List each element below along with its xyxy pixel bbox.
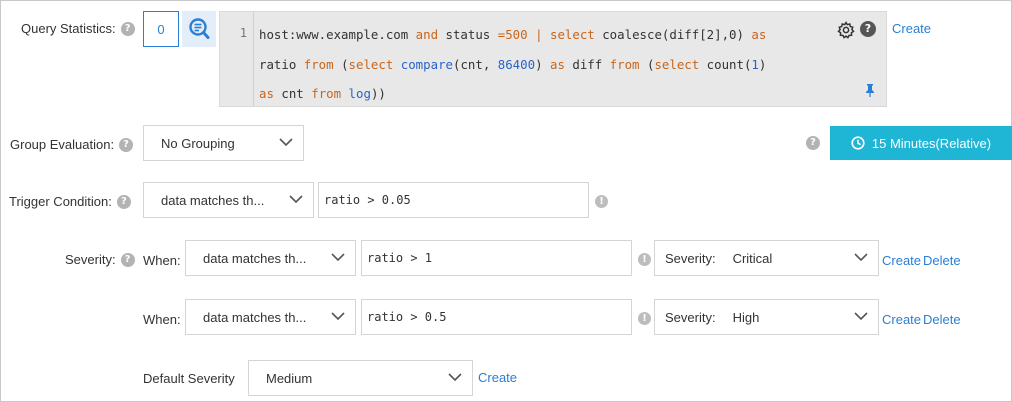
pin-icon[interactable] <box>865 83 875 97</box>
severity-rule-expression-input[interactable]: ratio > 1 <box>361 240 632 276</box>
severity-rule-mode-select[interactable]: data matches th... <box>185 240 356 276</box>
warning-icon: ! <box>638 312 651 325</box>
query-create-link[interactable]: Create <box>892 21 931 36</box>
default-severity-select[interactable]: Medium <box>248 360 473 396</box>
severity-rule-delete-link[interactable]: Delete <box>923 312 961 327</box>
help-icon[interactable]: ? <box>116 194 131 209</box>
warning-icon: ! <box>638 253 651 266</box>
chevron-down-icon <box>854 252 868 262</box>
warning-icon: ! <box>595 195 608 208</box>
group-evaluation-select[interactable]: No Grouping <box>143 125 304 161</box>
alert-config-panel: Query Statistics: ? 0 1 host:www.example… <box>0 0 1012 402</box>
severity-rule-mode-select[interactable]: data matches th... <box>185 299 356 335</box>
editor-gutter: 1 <box>220 12 254 106</box>
query-code[interactable]: host:www.example.com and status =500 | s… <box>259 20 819 109</box>
chevron-down-icon <box>331 311 345 321</box>
default-severity-value: Medium <box>266 370 313 386</box>
severity-rule-create-link[interactable]: Create <box>882 253 921 268</box>
chevron-down-icon <box>279 137 293 147</box>
time-range-help-icon[interactable]: ? <box>806 136 820 150</box>
severity-rule-when-label: When: <box>143 253 181 268</box>
default-severity-create-link[interactable]: Create <box>478 370 517 385</box>
severity-rule-when-label: When: <box>143 312 181 327</box>
clock-icon <box>851 136 865 150</box>
chevron-down-icon <box>331 252 345 262</box>
severity-rule-delete-link[interactable]: Delete <box>923 253 961 268</box>
gear-icon[interactable] <box>837 21 855 39</box>
chevron-down-icon <box>854 311 868 321</box>
query-statistics-label: Query Statistics: ? <box>21 21 135 36</box>
trigger-condition-label-text: Trigger Condition: <box>9 194 112 209</box>
help-icon[interactable]: ? <box>119 137 134 152</box>
severity-label: Severity: ? <box>65 252 135 267</box>
time-range-button[interactable]: 15 Minutes(Relative) <box>830 126 1012 160</box>
help-icon[interactable]: ? <box>120 252 135 267</box>
group-evaluation-label-text: Group Evaluation: <box>10 137 115 152</box>
severity-rule-level-select[interactable]: Severity: High <box>654 299 879 335</box>
default-severity-label: Default Severity <box>143 371 235 386</box>
time-range-label: 15 Minutes(Relative) <box>871 135 992 151</box>
help-icon[interactable]: ? <box>120 21 135 36</box>
query-search-button[interactable] <box>182 11 216 47</box>
group-evaluation-label: Group Evaluation: ? <box>10 137 134 152</box>
severity-rule-expression: ratio > 0.5 <box>367 310 447 324</box>
chevron-down-icon <box>448 372 462 382</box>
severity-rule-expression: ratio > 1 <box>367 251 433 265</box>
trigger-condition-expression: ratio > 0.05 <box>324 193 411 207</box>
editor-help-icon[interactable]: ? <box>860 21 876 37</box>
search-list-icon <box>189 18 210 39</box>
severity-rule-level-label: Severity: <box>665 309 716 325</box>
trigger-condition-input[interactable]: ratio > 0.05 <box>318 182 589 218</box>
query-statistics-label-text: Query Statistics: <box>21 21 116 36</box>
trigger-condition-mode-select[interactable]: data matches th... <box>143 182 314 218</box>
query-count-box[interactable]: 0 <box>143 11 179 47</box>
chevron-down-icon <box>289 194 303 204</box>
severity-label-text: Severity: <box>65 252 116 267</box>
severity-rule-create-link[interactable]: Create <box>882 312 921 327</box>
severity-rule-level-select[interactable]: Severity: Critical <box>654 240 879 276</box>
line-number: 1 <box>239 26 247 40</box>
query-editor[interactable]: 1 host:www.example.com and status =500 |… <box>219 11 887 107</box>
trigger-condition-label: Trigger Condition: ? <box>9 194 131 209</box>
severity-rule-expression-input[interactable]: ratio > 0.5 <box>361 299 632 335</box>
severity-rule-level-label: Severity: <box>665 250 716 266</box>
